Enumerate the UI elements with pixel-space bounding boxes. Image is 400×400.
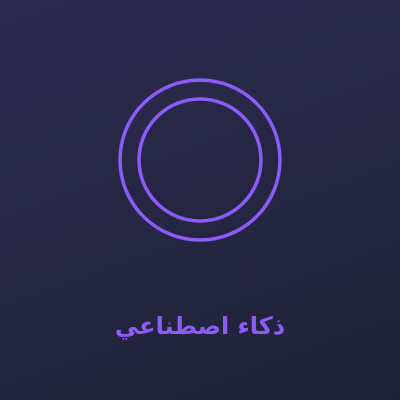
splash-canvas: ذكاء اصطناعي <box>0 0 400 400</box>
inner-ring <box>137 97 263 223</box>
caption-text: ذكاء اصطناعي <box>114 312 286 340</box>
outer-ring <box>118 78 282 242</box>
